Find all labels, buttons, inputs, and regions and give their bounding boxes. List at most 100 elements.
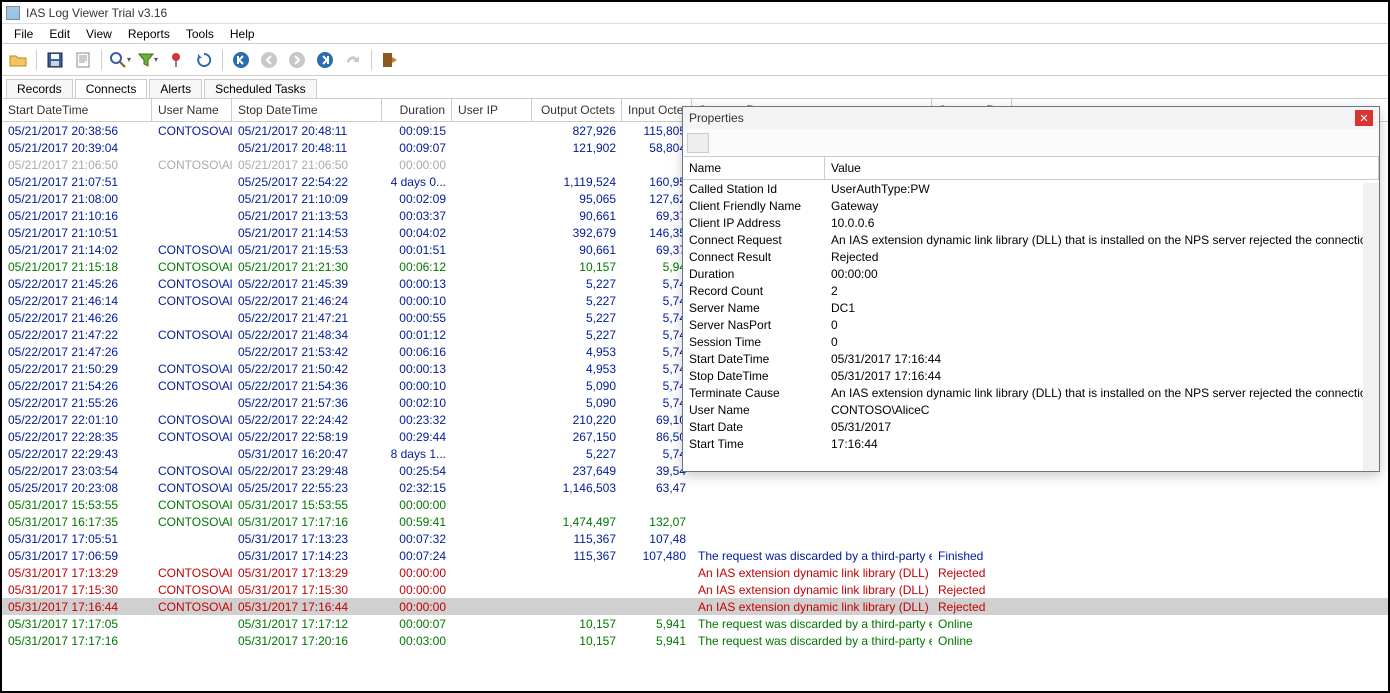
pin-icon[interactable] bbox=[164, 48, 188, 72]
col-start[interactable]: Start DateTime bbox=[2, 99, 152, 121]
nav-prev-icon[interactable] bbox=[257, 48, 281, 72]
tabs: Records Connects Alerts Scheduled Tasks bbox=[2, 76, 1388, 98]
redo-icon[interactable] bbox=[341, 48, 365, 72]
cell: 05/25/2017 22:55:23 bbox=[232, 481, 382, 495]
table-row[interactable]: 05/31/2017 17:05:5105/31/2017 17:13:2300… bbox=[2, 530, 1388, 547]
cell: The request was discarded by a third-par… bbox=[692, 549, 932, 563]
menu-help[interactable]: Help bbox=[222, 27, 263, 41]
property-row[interactable]: Server NasPort0 bbox=[683, 316, 1379, 333]
cell: 5,227 bbox=[532, 294, 622, 308]
cell: 05/22/2017 21:45:39 bbox=[232, 277, 382, 291]
cell: CONTOSO\AliceC bbox=[152, 481, 232, 495]
property-name: Connect Request bbox=[683, 233, 825, 247]
cell: 05/25/2017 22:54:22 bbox=[232, 175, 382, 189]
cell: 267,150 bbox=[532, 430, 622, 444]
cell: 05/31/2017 17:13:29 bbox=[2, 566, 152, 580]
property-row[interactable]: Start Time17:16:44 bbox=[683, 435, 1379, 452]
menu-tools[interactable]: Tools bbox=[178, 27, 222, 41]
table-row[interactable]: 05/31/2017 16:17:35CONTOSO\AliceC05/31/2… bbox=[2, 513, 1388, 530]
save-icon[interactable] bbox=[43, 48, 67, 72]
cell: 00:23:32 bbox=[382, 413, 452, 427]
property-name: Start Date bbox=[683, 420, 825, 434]
property-value: An IAS extension dynamic link library (D… bbox=[825, 386, 1379, 400]
menu-view[interactable]: View bbox=[78, 27, 120, 41]
menu-reports[interactable]: Reports bbox=[120, 27, 178, 41]
cell: 05/21/2017 21:07:51 bbox=[2, 175, 152, 189]
cell: CONTOSO\AliceC bbox=[152, 413, 232, 427]
properties-col-name[interactable]: Name bbox=[683, 157, 825, 179]
cell: 05/21/2017 21:13:53 bbox=[232, 209, 382, 223]
property-row[interactable]: Client Friendly NameGateway bbox=[683, 197, 1379, 214]
property-row[interactable]: Server NameDC1 bbox=[683, 299, 1379, 316]
table-row[interactable]: 05/25/2017 20:23:08CONTOSO\AliceC05/25/2… bbox=[2, 479, 1388, 496]
col-duration[interactable]: Duration bbox=[382, 99, 452, 121]
cell: 00:06:12 bbox=[382, 260, 452, 274]
tab-alerts[interactable]: Alerts bbox=[149, 79, 202, 98]
property-row[interactable]: Client IP Address10.0.0.6 bbox=[683, 214, 1379, 231]
property-row[interactable]: Start Date05/31/2017 bbox=[683, 418, 1379, 435]
properties-category-icon[interactable] bbox=[687, 133, 709, 153]
property-row[interactable]: Session Time0 bbox=[683, 333, 1379, 350]
col-ip[interactable]: User IP bbox=[452, 99, 532, 121]
filter-icon[interactable]: ▾ bbox=[136, 48, 160, 72]
close-icon[interactable]: ✕ bbox=[1355, 110, 1373, 126]
table-row[interactable]: 05/31/2017 17:15:30CONTOSO\AliceC05/31/2… bbox=[2, 581, 1388, 598]
properties-scrollbar[interactable] bbox=[1363, 183, 1379, 471]
nav-first-icon[interactable] bbox=[229, 48, 253, 72]
property-value: 0 bbox=[825, 318, 1379, 332]
col-user[interactable]: User Name bbox=[152, 99, 232, 121]
properties-col-value[interactable]: Value bbox=[825, 157, 1379, 179]
table-row[interactable]: 05/31/2017 17:06:5905/31/2017 17:14:2300… bbox=[2, 547, 1388, 564]
tab-scheduled[interactable]: Scheduled Tasks bbox=[204, 79, 317, 98]
folder-open-icon[interactable] bbox=[6, 48, 30, 72]
property-row[interactable]: Connect RequestAn IAS extension dynamic … bbox=[683, 231, 1379, 248]
property-row[interactable]: User NameCONTOSO\AliceC bbox=[683, 401, 1379, 418]
property-row[interactable]: Stop DateTime05/31/2017 17:16:44 bbox=[683, 367, 1379, 384]
property-row[interactable]: Terminate CauseAn IAS extension dynamic … bbox=[683, 384, 1379, 401]
exit-icon[interactable] bbox=[378, 48, 402, 72]
table-row[interactable]: 05/31/2017 15:53:55CONTOSO\AliceC05/31/2… bbox=[2, 496, 1388, 513]
cell: 05/22/2017 21:55:26 bbox=[2, 396, 152, 410]
properties-titlebar[interactable]: Properties ✕ bbox=[683, 107, 1379, 129]
col-stop[interactable]: Stop DateTime bbox=[232, 99, 382, 121]
properties-panel: Properties ✕ Name Value Called Station I… bbox=[682, 106, 1380, 472]
property-value: 10.0.0.6 bbox=[825, 216, 1379, 230]
report-icon[interactable] bbox=[71, 48, 95, 72]
search-icon[interactable]: ▾ bbox=[108, 48, 132, 72]
tab-records[interactable]: Records bbox=[6, 79, 73, 98]
property-row[interactable]: Duration00:00:00 bbox=[683, 265, 1379, 282]
properties-title: Properties bbox=[689, 111, 744, 125]
cell: 00:00:00 bbox=[382, 600, 452, 614]
menu-edit[interactable]: Edit bbox=[41, 27, 78, 41]
tab-connects[interactable]: Connects bbox=[75, 79, 148, 99]
refresh-icon[interactable] bbox=[192, 48, 216, 72]
cell: 10,157 bbox=[532, 634, 622, 648]
cell: 00:00:13 bbox=[382, 362, 452, 376]
cell: 05/22/2017 21:45:26 bbox=[2, 277, 152, 291]
property-row[interactable]: Called Station IdUserAuthType:PW bbox=[683, 180, 1379, 197]
cell: 00:00:55 bbox=[382, 311, 452, 325]
nav-next-icon[interactable] bbox=[285, 48, 309, 72]
col-output[interactable]: Output Octets bbox=[532, 99, 622, 121]
cell: 4,953 bbox=[532, 345, 622, 359]
menu-file[interactable]: File bbox=[6, 27, 41, 41]
cell: An IAS extension dynamic link library (D… bbox=[692, 566, 932, 580]
cell: 05/31/2017 17:17:05 bbox=[2, 617, 152, 631]
table-row[interactable]: 05/31/2017 17:13:29CONTOSO\AliceC05/31/2… bbox=[2, 564, 1388, 581]
table-row[interactable]: 05/31/2017 17:16:44CONTOSO\AliceC05/31/2… bbox=[2, 598, 1388, 615]
property-value: 05/31/2017 bbox=[825, 420, 1379, 434]
table-row[interactable]: 05/31/2017 17:17:0505/31/2017 17:17:1200… bbox=[2, 615, 1388, 632]
nav-last-icon[interactable] bbox=[313, 48, 337, 72]
properties-body[interactable]: Called Station IdUserAuthType:PWClient F… bbox=[683, 180, 1379, 452]
property-row[interactable]: Connect ResultRejected bbox=[683, 248, 1379, 265]
property-row[interactable]: Record Count2 bbox=[683, 282, 1379, 299]
property-row[interactable]: Start DateTime05/31/2017 17:16:44 bbox=[683, 350, 1379, 367]
cell: CONTOSO\AliceC bbox=[152, 583, 232, 597]
table-row[interactable]: 05/31/2017 17:17:1605/31/2017 17:20:1600… bbox=[2, 632, 1388, 649]
cell: 5,941 bbox=[622, 634, 692, 648]
cell: 1,119,524 bbox=[532, 175, 622, 189]
cell: 8 days 1... bbox=[382, 447, 452, 461]
cell: CONTOSO\AliceC bbox=[152, 430, 232, 444]
cell: Online bbox=[932, 617, 1012, 631]
cell: CONTOSO\AliceC bbox=[152, 294, 232, 308]
